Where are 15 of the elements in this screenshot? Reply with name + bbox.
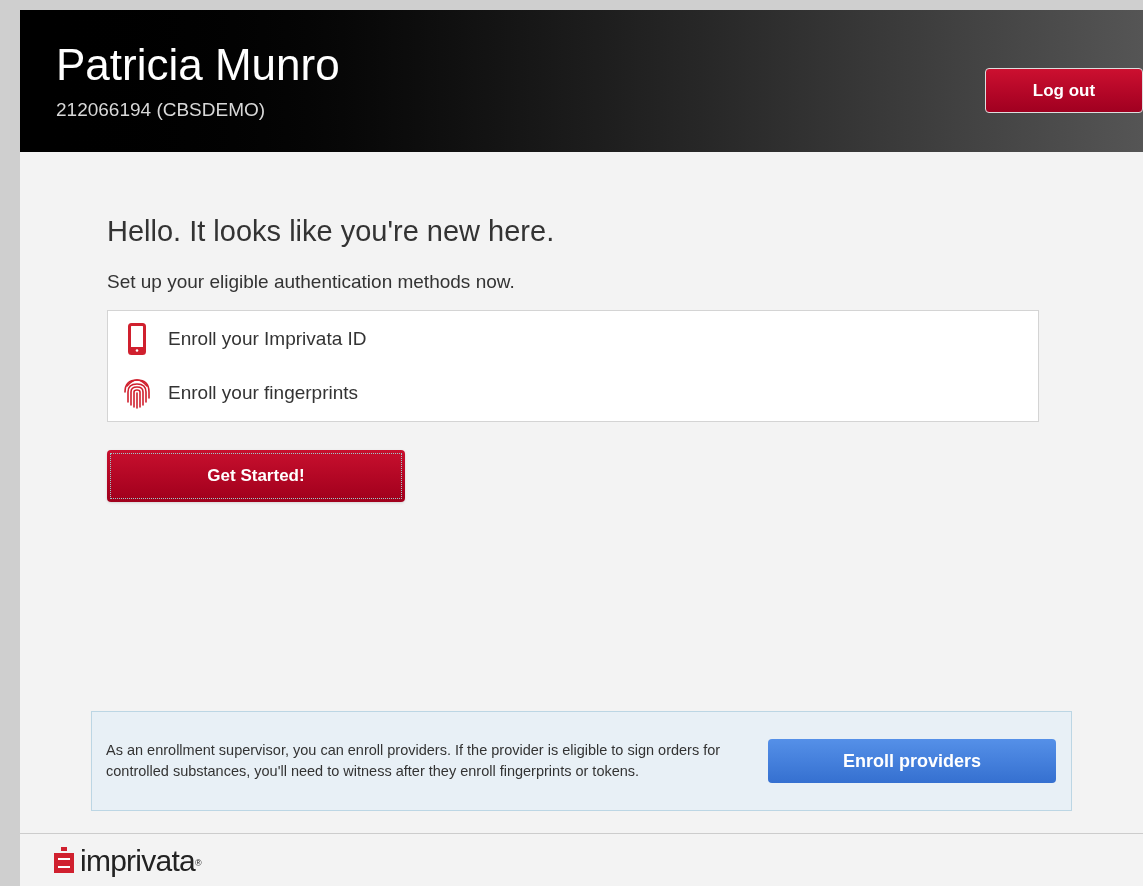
welcome-subtitle: Set up your eligible authentication methods now.: [107, 269, 516, 294]
get-started-button[interactable]: Get Started!: [107, 450, 405, 502]
account-id: 212066194 (CBSDEMO): [56, 98, 267, 122]
user-name: Patricia Munro: [56, 40, 340, 90]
logo-icon: [54, 847, 74, 873]
logo-text: imprivata$^{®}$: [80, 842, 201, 879]
enroll-providers-button[interactable]: Enroll providers: [768, 739, 1056, 783]
method-label: Enroll your fingerprints: [168, 380, 359, 405]
logout-button[interactable]: Log out: [985, 68, 1143, 113]
method-label: Enroll your Imprivata ID: [168, 326, 367, 351]
welcome-title: Hello. It looks like you're new here.: [107, 214, 556, 249]
fingerprint-icon: [122, 376, 152, 410]
supervisor-text: As an enrollment supervisor, you can enroll providers. If the provider is eligible to sign orders for controlled substances, you'll need to witness after they enroll fingerprints or tokens.: [106, 741, 722, 781]
phone-icon: [128, 323, 146, 355]
trademark: ®: [194, 858, 201, 868]
